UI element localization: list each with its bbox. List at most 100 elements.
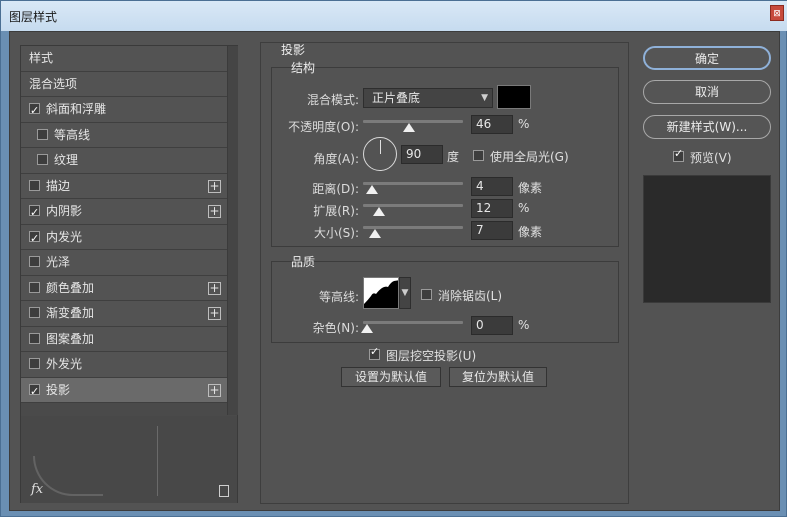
layer-style-dialog: 图层样式 ⊠ 样式混合选项斜面和浮雕等高线纹理描边 + 内阴影 + 内发光光泽颜色叠加 +… bbox=[0, 0, 787, 517]
distance-slider-thumb[interactable] bbox=[366, 185, 378, 194]
angle-dial[interactable] bbox=[363, 137, 397, 171]
spread-label: 扩展(R): bbox=[313, 204, 359, 218]
new-style-button[interactable]: 新建样式(W)... bbox=[643, 115, 771, 139]
style-item-label: 样式 bbox=[29, 51, 54, 65]
style-item-checkbox[interactable] bbox=[37, 128, 48, 140]
reset-default-button[interactable]: 复位为默认值 bbox=[449, 367, 547, 387]
style-item-checkbox[interactable] bbox=[29, 332, 40, 344]
blend-mode-select[interactable]: 正片叠底 ▼ bbox=[363, 88, 493, 108]
title-bar: 图层样式 ⊠ bbox=[1, 1, 787, 31]
angle-label: 角度(A): bbox=[313, 152, 359, 166]
add-effect-icon[interactable]: + bbox=[208, 205, 221, 218]
global-light-checkbox[interactable] bbox=[473, 150, 484, 161]
style-item-checkbox[interactable] bbox=[29, 358, 40, 369]
styles-panel: 样式混合选项斜面和浮雕等高线纹理描边 + 内阴影 + 内发光光泽颜色叠加 + 渐变叠加 + 图案… bbox=[20, 45, 238, 503]
contour-dropdown-icon[interactable]: ▼ bbox=[399, 277, 411, 309]
style-item[interactable]: 描边 + bbox=[21, 173, 227, 199]
style-item[interactable]: 外发光 bbox=[21, 352, 227, 378]
knockout-checkbox[interactable] bbox=[369, 345, 380, 360]
noise-slider-thumb[interactable] bbox=[361, 324, 373, 333]
style-item[interactable]: 纹理 bbox=[21, 148, 227, 174]
noise-label: 杂色(N): bbox=[312, 321, 359, 335]
anti-alias-checkbox[interactable] bbox=[421, 289, 432, 300]
distance-label: 距离(D): bbox=[312, 182, 359, 196]
shadow-color-swatch[interactable] bbox=[497, 85, 531, 109]
style-item[interactable]: 混合选项 bbox=[21, 71, 227, 97]
noise-unit: % bbox=[518, 318, 530, 332]
style-item-label: 混合选项 bbox=[29, 76, 78, 91]
style-item-checkbox[interactable] bbox=[29, 256, 40, 267]
style-item[interactable]: 颜色叠加 + bbox=[21, 275, 227, 301]
quality-title: 品质 bbox=[291, 255, 316, 269]
style-item-label: 光泽 bbox=[46, 255, 71, 269]
anti-alias-label: 消除锯齿(L) bbox=[438, 289, 503, 303]
global-light-label: 使用全局光(G) bbox=[490, 150, 569, 164]
angle-unit: 度 bbox=[447, 150, 460, 164]
opacity-input[interactable]: 46 bbox=[471, 115, 513, 134]
dialog-body: 样式混合选项斜面和浮雕等高线纹理描边 + 内阴影 + 内发光光泽颜色叠加 + 渐变叠加 + 图案… bbox=[9, 31, 780, 511]
noise-input[interactable]: 0 bbox=[471, 316, 513, 335]
style-item-label: 等高线 bbox=[54, 127, 91, 142]
style-item[interactable]: 等高线 bbox=[21, 122, 227, 148]
styles-footer: fx bbox=[21, 416, 237, 503]
noise-slider-track[interactable] bbox=[363, 321, 463, 324]
style-item[interactable]: 斜面和浮雕 bbox=[21, 97, 227, 123]
style-item-label: 描边 bbox=[46, 178, 71, 193]
make-default-button[interactable]: 设置为默认值 bbox=[341, 367, 441, 387]
style-item[interactable]: 图案叠加 bbox=[21, 326, 227, 352]
add-effect-icon[interactable]: + bbox=[208, 179, 221, 193]
footer-divider bbox=[157, 426, 158, 496]
contour-curve-icon bbox=[364, 280, 398, 308]
angle-input[interactable]: 90 bbox=[401, 145, 443, 164]
structure-title: 结构 bbox=[291, 61, 316, 75]
size-label: 大小(S): bbox=[313, 226, 359, 240]
style-item[interactable]: 渐变叠加 + bbox=[21, 301, 227, 327]
add-effect-icon[interactable]: + bbox=[208, 307, 221, 320]
size-input[interactable]: 7 bbox=[471, 221, 513, 240]
style-item[interactable]: 光泽 bbox=[21, 250, 227, 276]
style-item[interactable]: 投影 + bbox=[21, 377, 227, 404]
style-item-label: 渐变叠加 bbox=[46, 306, 95, 320]
fx-icon[interactable]: fx bbox=[31, 482, 43, 497]
section-title: 投影 bbox=[281, 43, 306, 57]
distance-slider-track[interactable] bbox=[363, 182, 463, 185]
style-item-label: 纹理 bbox=[54, 153, 79, 167]
spread-unit: % bbox=[518, 201, 530, 215]
style-item-label: 颜色叠加 bbox=[46, 280, 95, 295]
style-item-checkbox[interactable] bbox=[29, 98, 40, 123]
ok-button[interactable]: 确定 bbox=[643, 46, 771, 70]
add-effect-icon[interactable]: + bbox=[208, 383, 221, 397]
contour-preview[interactable] bbox=[363, 277, 399, 309]
style-preview bbox=[643, 175, 771, 303]
style-item-checkbox[interactable] bbox=[29, 307, 40, 318]
size-slider-thumb[interactable] bbox=[369, 229, 381, 238]
style-item[interactable]: 样式 bbox=[21, 46, 227, 72]
window-title: 图层样式 bbox=[9, 10, 58, 24]
style-item-checkbox[interactable] bbox=[29, 200, 40, 225]
drop-shadow-settings: 投影 结构 混合模式: 正片叠底 ▼ 不透明度(O): 46 % 角度(A): … bbox=[260, 42, 629, 504]
preview-label: 预览(V) bbox=[690, 151, 732, 165]
contour-label: 等高线: bbox=[318, 290, 359, 304]
opacity-unit: % bbox=[518, 117, 530, 131]
style-item-checkbox[interactable] bbox=[29, 226, 40, 251]
close-icon[interactable]: ⊠ bbox=[770, 5, 784, 21]
decorative-swirl bbox=[33, 456, 103, 496]
preview-checkbox[interactable] bbox=[673, 147, 684, 162]
spread-input[interactable]: 12 bbox=[471, 199, 513, 218]
style-item[interactable]: 内阴影 + bbox=[21, 199, 227, 225]
styles-list: 样式混合选项斜面和浮雕等高线纹理描边 + 内阴影 + 内发光光泽颜色叠加 + 渐变叠加 + 图案… bbox=[21, 46, 227, 404]
style-item-checkbox[interactable] bbox=[29, 281, 40, 293]
style-item-checkbox[interactable] bbox=[37, 154, 48, 165]
add-effect-icon[interactable]: + bbox=[208, 281, 221, 295]
opacity-slider-thumb[interactable] bbox=[403, 123, 415, 132]
style-item-checkbox[interactable] bbox=[29, 179, 40, 191]
styles-scrollbar[interactable] bbox=[227, 46, 238, 415]
cancel-button[interactable]: 取消 bbox=[643, 80, 771, 104]
spread-slider-thumb[interactable] bbox=[373, 207, 385, 216]
distance-input[interactable]: 4 bbox=[471, 177, 513, 196]
trash-icon[interactable] bbox=[219, 485, 229, 497]
style-item-checkbox[interactable] bbox=[29, 379, 40, 404]
style-item[interactable]: 内发光 bbox=[21, 224, 227, 251]
blend-mode-value: 正片叠底 bbox=[372, 91, 421, 105]
distance-unit: 像素 bbox=[518, 181, 543, 195]
